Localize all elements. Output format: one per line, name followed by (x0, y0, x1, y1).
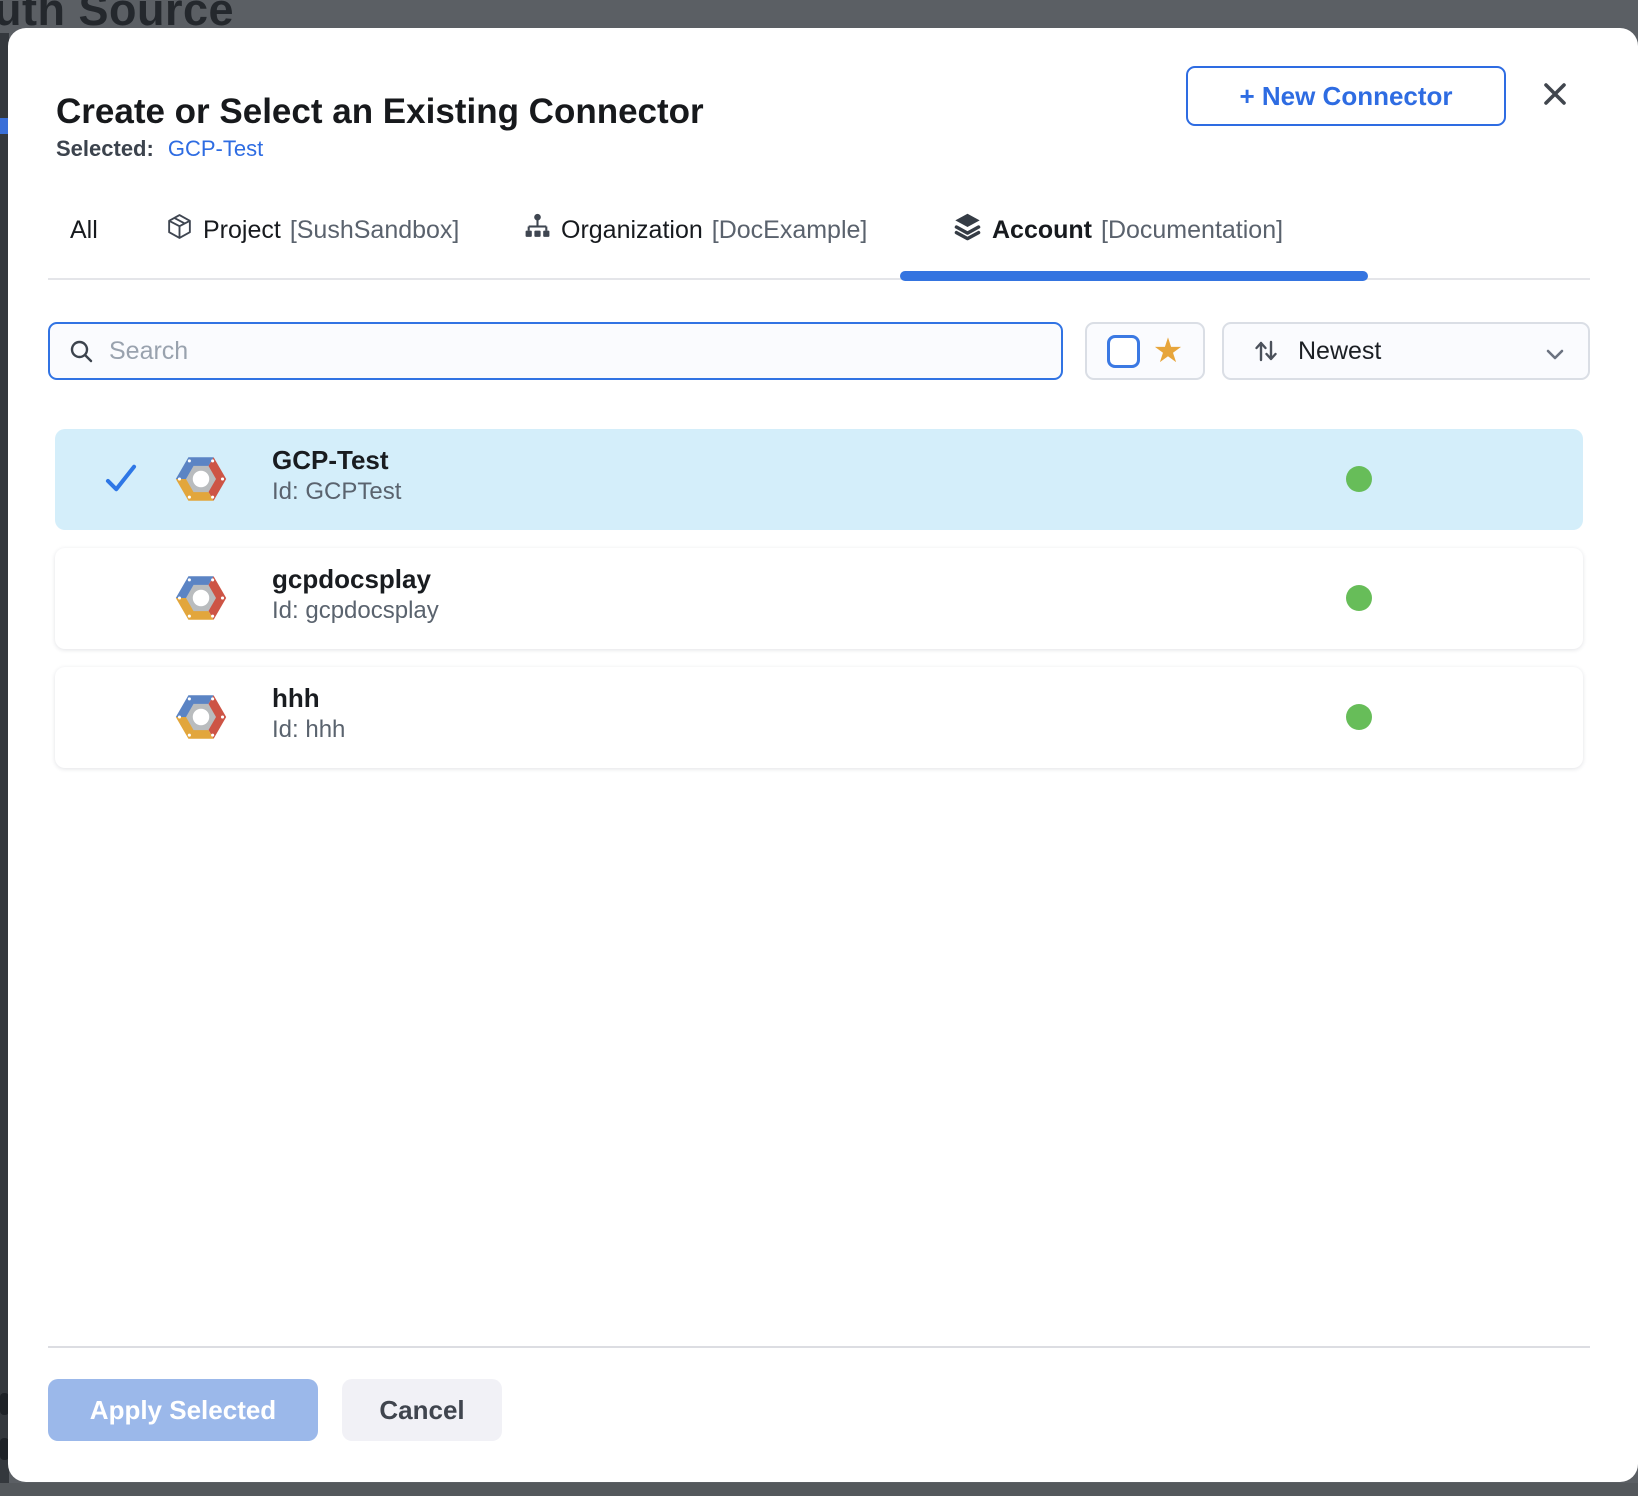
connector-id: Id: gcpdocsplay (272, 597, 439, 625)
gcp-logo-icon (170, 449, 232, 514)
search-icon (68, 338, 95, 365)
favorites-checkbox[interactable] (1107, 335, 1140, 368)
connector-selection-modal: Create or Select an Existing Connector +… (8, 28, 1638, 1482)
gcp-logo-icon (170, 687, 232, 752)
connector-name: gcpdocsplay (272, 564, 439, 595)
checkmark-icon (103, 462, 139, 499)
connector-row-gcpdocsplay[interactable]: gcpdocsplay Id: gcpdocsplay (55, 548, 1583, 649)
connector-id: Id: hhh (272, 716, 345, 744)
layers-icon (952, 211, 983, 249)
tab-scope: [SushSandbox] (290, 216, 460, 245)
cube-icon (165, 212, 194, 248)
connector-name: hhh (272, 683, 345, 714)
modal-title: Create or Select an Existing Connector (56, 92, 704, 132)
sort-selected-value: Newest (1298, 337, 1381, 366)
search-input[interactable] (109, 324, 1061, 378)
selected-connector-link[interactable]: GCP-Test (168, 136, 263, 162)
favorites-filter: ★ (1085, 322, 1205, 380)
selected-label: Selected: (56, 136, 154, 162)
connector-id: Id: GCPTest (272, 478, 401, 506)
tab-account[interactable]: Account [Documentation] (952, 210, 1283, 250)
star-icon: ★ (1153, 334, 1183, 368)
gcp-logo-icon (170, 568, 232, 633)
org-chart-icon (523, 212, 552, 248)
close-button[interactable] (1532, 72, 1578, 118)
status-dot (1346, 704, 1372, 730)
connector-info: hhh Id: hhh (272, 683, 345, 744)
connector-row-hhh[interactable]: hhh Id: hhh (55, 667, 1583, 768)
active-tab-indicator (900, 271, 1368, 281)
tab-scope: [DocExample] (712, 216, 868, 245)
chevron-down-icon (1542, 341, 1568, 372)
connector-name: GCP-Test (272, 445, 401, 476)
new-connector-button[interactable]: + New Connector (1186, 66, 1506, 126)
sort-arrows-icon (1250, 335, 1282, 367)
background-bottom-strip (0, 1483, 1638, 1496)
apply-selected-button[interactable]: Apply Selected (48, 1379, 318, 1441)
footer-divider (48, 1346, 1590, 1348)
connector-info: GCP-Test Id: GCPTest (272, 445, 401, 506)
sort-dropdown[interactable]: Newest (1222, 322, 1590, 380)
tab-label: Organization (561, 216, 703, 245)
tab-organization[interactable]: Organization [DocExample] (523, 210, 867, 250)
tab-label: Project (203, 216, 281, 245)
tab-scope: [Documentation] (1101, 216, 1283, 245)
status-dot (1346, 466, 1372, 492)
selected-connector-line: Selected: GCP-Test (56, 136, 263, 162)
status-dot (1346, 585, 1372, 611)
tab-label: Account (992, 216, 1092, 245)
search-box (48, 322, 1063, 380)
connector-info: gcpdocsplay Id: gcpdocsplay (272, 564, 439, 625)
tab-all[interactable]: All (70, 210, 98, 250)
cancel-button[interactable]: Cancel (342, 1379, 502, 1441)
close-icon (1540, 79, 1570, 112)
tab-project[interactable]: Project [SushSandbox] (165, 210, 459, 250)
connector-row-gcp-test[interactable]: GCP-Test Id: GCPTest (55, 429, 1583, 530)
tab-label: All (70, 216, 98, 245)
